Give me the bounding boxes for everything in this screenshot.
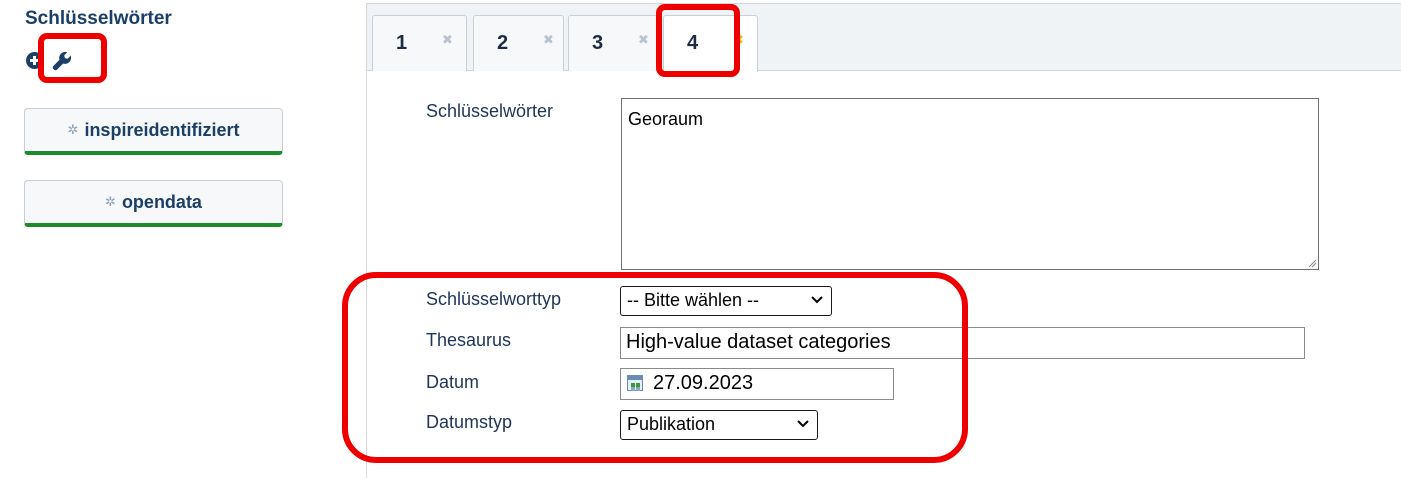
keyword-button-opendata[interactable]: ✲ opendata — [24, 180, 283, 227]
tab-label: 3 — [592, 32, 604, 54]
highlight-fields — [342, 272, 968, 463]
tab-2[interactable]: 2 ✖ — [473, 15, 564, 71]
close-icon[interactable]: ✖ — [442, 32, 453, 48]
keywords-heading: Schlüsselwörter — [25, 8, 172, 29]
gear-icon: ✲ — [67, 122, 79, 137]
keywords-label: Schlüsselwörter — [426, 101, 554, 121]
keyword-button-inspireidentifiziert[interactable]: ✲ inspireidentifiziert — [24, 108, 283, 155]
highlight-wrench — [38, 33, 107, 83]
keyword-button-label: opendata — [121, 191, 202, 212]
tab-1[interactable]: 1 ✖ — [372, 15, 467, 71]
gear-icon: ✲ — [105, 194, 116, 209]
close-icon[interactable]: ✖ — [638, 32, 649, 48]
keywords-value: Georaum — [628, 109, 704, 129]
close-icon[interactable]: ✖ — [543, 32, 554, 48]
tab-label: 1 — [396, 32, 408, 54]
highlight-tab-4 — [656, 4, 740, 77]
resize-grip-icon[interactable] — [1307, 258, 1317, 268]
tab-label: 2 — [497, 32, 509, 54]
keyword-button-label: inspireidentifiziert — [84, 119, 240, 140]
tab-3[interactable]: 3 ✖ — [568, 15, 659, 71]
keywords-textarea[interactable]: Georaum — [621, 98, 1319, 270]
